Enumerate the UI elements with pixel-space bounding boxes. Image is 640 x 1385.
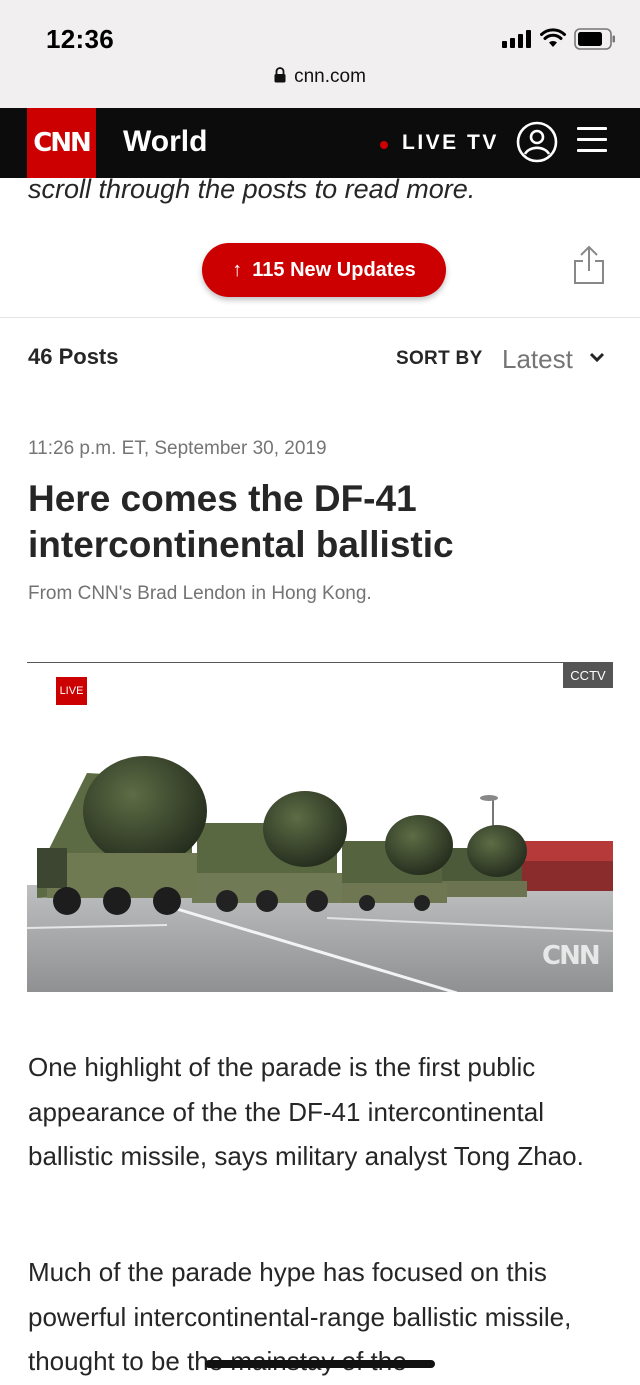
new-updates-label: 115 New Updates xyxy=(252,258,416,281)
parade-video-frame xyxy=(27,663,613,992)
url-text: cnn.com xyxy=(294,66,366,87)
battery-icon xyxy=(574,28,615,50)
cnn-logo[interactable]: CNN xyxy=(27,108,96,178)
home-indicator[interactable] xyxy=(205,1360,435,1368)
lock-icon xyxy=(274,67,286,83)
posts-count: 46 Posts xyxy=(28,344,119,369)
post-byline: From CNN's Brad Lendon in Hong Kong. xyxy=(28,583,372,604)
divider xyxy=(0,317,640,318)
sort-by-label: SORT BY xyxy=(396,348,483,369)
post-headline: Here comes the DF-41 intercontinental ba… xyxy=(28,478,454,565)
video-player[interactable]: LIVE CCTV CNN xyxy=(27,662,613,992)
sort-select[interactable]: Latest xyxy=(502,344,573,375)
post-paragraph: One highlight of the parade is the first… xyxy=(28,1052,584,1171)
ios-status-bar: 12:36 cnn.com xyxy=(0,0,640,108)
site-header: CNN World LIVE TV xyxy=(0,108,640,178)
signal-icon xyxy=(502,30,532,48)
share-icon[interactable] xyxy=(572,245,606,285)
wifi-icon xyxy=(540,28,566,47)
arrow-up-icon: ↑ xyxy=(232,258,243,281)
section-title[interactable]: World xyxy=(123,125,207,159)
live-tv-link[interactable]: LIVE TV xyxy=(402,131,499,155)
live-badge: LIVE xyxy=(56,677,87,705)
intro-text: scroll through the posts to read more. xyxy=(28,174,476,204)
chevron-down-icon[interactable] xyxy=(589,352,605,364)
url-bar[interactable]: cnn.com xyxy=(0,66,640,98)
cctv-badge: CCTV xyxy=(563,663,613,688)
user-icon[interactable] xyxy=(516,121,558,163)
live-indicator-dot xyxy=(380,141,388,149)
menu-icon[interactable] xyxy=(577,126,607,154)
status-time: 12:36 xyxy=(46,24,114,54)
new-updates-button[interactable]: ↑ 115 New Updates xyxy=(202,243,446,297)
cnn-watermark: CNN xyxy=(542,941,601,971)
post-timestamp: 11:26 p.m. ET, September 30, 2019 xyxy=(28,438,327,459)
